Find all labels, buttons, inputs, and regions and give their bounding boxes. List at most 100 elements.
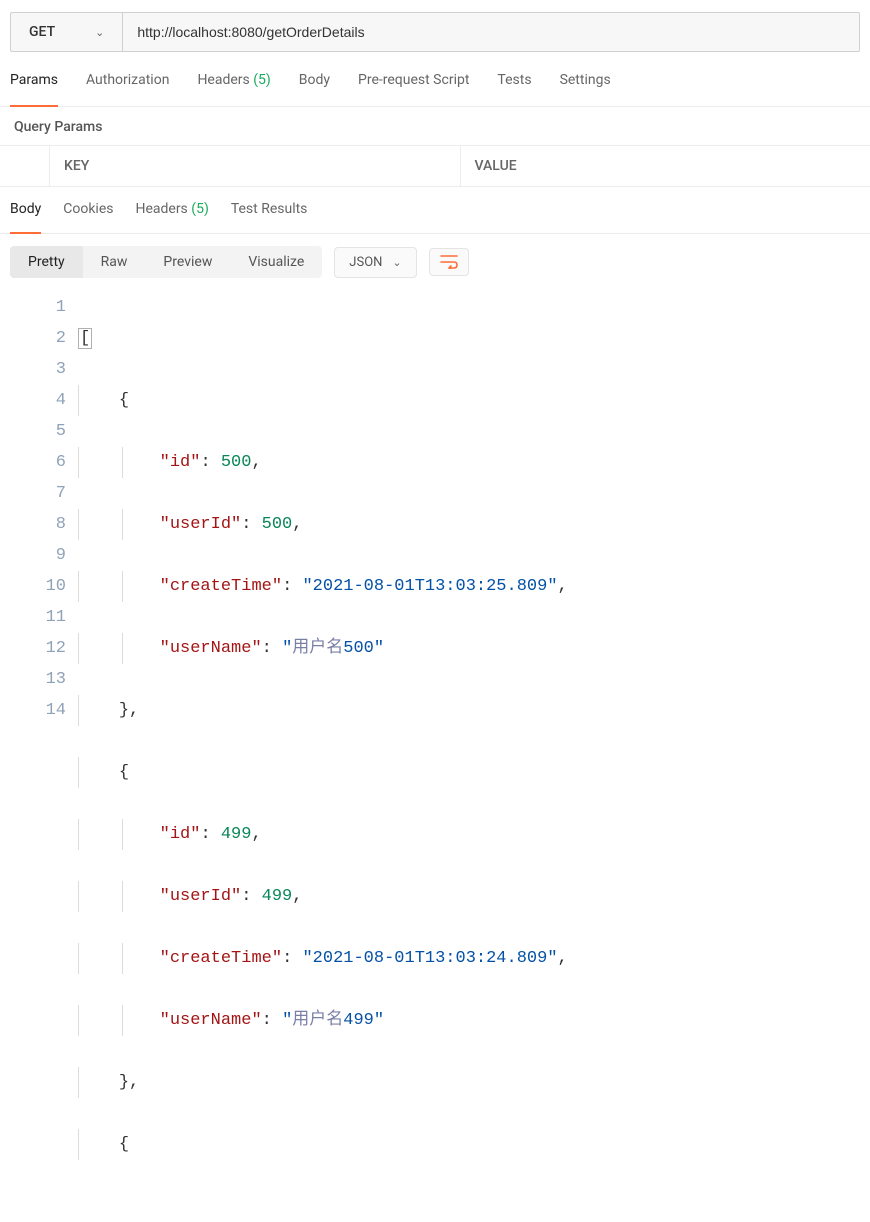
view-pretty[interactable]: Pretty: [10, 246, 83, 278]
code-line: },: [78, 695, 870, 726]
format-label: JSON: [349, 255, 382, 270]
tab-label: Authorization: [86, 72, 169, 88]
code-content: [ { "id": 500, "userId": 500, "createTim…: [78, 290, 870, 1222]
rtab-cookies[interactable]: Cookies: [63, 201, 113, 225]
tab-params[interactable]: Params: [10, 72, 58, 96]
view-raw[interactable]: Raw: [83, 246, 146, 278]
rtab-count: (5): [191, 201, 209, 217]
rtab-label: Test Results: [231, 201, 308, 217]
json-value: 499: [262, 887, 293, 906]
line-number: 2: [0, 323, 66, 354]
json-value: 499: [221, 825, 252, 844]
line-number: 8: [0, 509, 66, 540]
line-number: 7: [0, 478, 66, 509]
rtab-testresults[interactable]: Test Results: [231, 201, 308, 225]
tab-body[interactable]: Body: [299, 72, 330, 96]
line-number: 4: [0, 385, 66, 416]
json-key: createTime: [170, 577, 272, 596]
code-line: "createTime": "2021-08-01T13:03:25.809",: [78, 571, 870, 602]
json-value: 500: [221, 453, 252, 472]
code-line: "id": 500,: [78, 447, 870, 478]
chevron-down-icon: ⌄: [95, 26, 104, 39]
tab-label: Params: [10, 72, 58, 88]
line-number: 13: [0, 664, 66, 695]
line-number: 1: [0, 292, 66, 323]
json-key: userName: [170, 1011, 252, 1030]
http-method-label: GET: [29, 24, 55, 40]
response-tabs: Body Cookies Headers (5) Test Results: [0, 187, 870, 234]
json-value-suffix: 499: [343, 1011, 374, 1030]
code-line: "userName": "用户名499": [78, 1005, 870, 1036]
code-line: {: [78, 385, 870, 416]
rtab-body[interactable]: Body: [10, 201, 41, 225]
line-number: 10: [0, 571, 66, 602]
code-line: {: [78, 757, 870, 788]
line-number: 9: [0, 540, 66, 571]
seg-label: Raw: [101, 254, 128, 270]
tab-authorization[interactable]: Authorization: [86, 72, 169, 96]
rtab-label: Body: [10, 201, 41, 217]
format-select[interactable]: JSON ⌄: [334, 247, 416, 278]
view-controls: Pretty Raw Preview Visualize JSON ⌄: [0, 234, 870, 290]
response-body-code[interactable]: 1 2 3 4 5 6 7 8 9 10 11 12 13 14 [ { "id…: [0, 290, 870, 1222]
code-line: [: [78, 323, 870, 354]
line-number: 3: [0, 354, 66, 385]
rtab-headers[interactable]: Headers (5): [135, 201, 208, 225]
tab-label: Tests: [497, 72, 531, 88]
line-gutter: 1 2 3 4 5 6 7 8 9 10 11 12 13 14: [0, 290, 78, 1222]
wrap-icon: [440, 255, 458, 269]
kv-gutter: [0, 146, 50, 186]
code-line: "id": 499,: [78, 819, 870, 850]
code-line: },: [78, 1067, 870, 1098]
rtab-label: Headers: [135, 201, 187, 217]
json-key: id: [170, 825, 190, 844]
tab-tests[interactable]: Tests: [497, 72, 531, 96]
wrap-lines-button[interactable]: [429, 248, 469, 276]
json-value-prefix: 用户名: [292, 1011, 343, 1030]
json-value: 2021-08-01T13:03:25.809: [313, 577, 548, 596]
query-params-heading: Query Params: [0, 107, 870, 146]
line-number: 14: [0, 695, 66, 726]
json-key: userId: [170, 515, 231, 534]
code-line: {: [78, 1129, 870, 1160]
view-preview[interactable]: Preview: [145, 246, 230, 278]
tab-count: (5): [253, 72, 271, 88]
line-number: 11: [0, 602, 66, 633]
line-number: 5: [0, 416, 66, 447]
json-value: 500: [262, 515, 293, 534]
request-tabs: Params Authorization Headers (5) Body Pr…: [0, 58, 870, 107]
tab-label: Body: [299, 72, 330, 88]
tab-label: Settings: [560, 72, 611, 88]
tab-prerequest[interactable]: Pre-request Script: [358, 72, 469, 96]
url-input[interactable]: [123, 13, 859, 51]
tab-label: Headers: [197, 72, 249, 88]
json-key: id: [170, 453, 190, 472]
tab-settings[interactable]: Settings: [560, 72, 611, 96]
tab-headers[interactable]: Headers (5): [197, 72, 270, 96]
json-key: createTime: [170, 949, 272, 968]
code-line: "userId": 500,: [78, 509, 870, 540]
tab-label: Pre-request Script: [358, 72, 469, 88]
http-method-select[interactable]: GET ⌄: [11, 13, 123, 51]
code-line: "userId": 499,: [78, 881, 870, 912]
request-bar: GET ⌄: [10, 12, 860, 52]
json-value-prefix: 用户名: [292, 639, 343, 658]
chevron-down-icon: ⌄: [392, 256, 401, 269]
json-key: userId: [170, 887, 231, 906]
json-value: 2021-08-01T13:03:24.809: [313, 949, 548, 968]
line-number: 6: [0, 447, 66, 478]
seg-label: Pretty: [28, 254, 65, 270]
json-value-suffix: 500: [343, 639, 374, 658]
rtab-label: Cookies: [63, 201, 113, 217]
line-number: 12: [0, 633, 66, 664]
view-mode-group: Pretty Raw Preview Visualize: [10, 246, 322, 278]
kv-key-header: KEY: [50, 146, 461, 186]
code-line: "createTime": "2021-08-01T13:03:24.809",: [78, 943, 870, 974]
seg-label: Visualize: [248, 254, 304, 270]
json-key: userName: [170, 639, 252, 658]
kv-header-row: KEY VALUE: [0, 146, 870, 187]
seg-label: Preview: [163, 254, 212, 270]
code-line: "userName": "用户名500": [78, 633, 870, 664]
kv-value-header: VALUE: [461, 146, 870, 186]
view-visualize[interactable]: Visualize: [230, 246, 322, 278]
